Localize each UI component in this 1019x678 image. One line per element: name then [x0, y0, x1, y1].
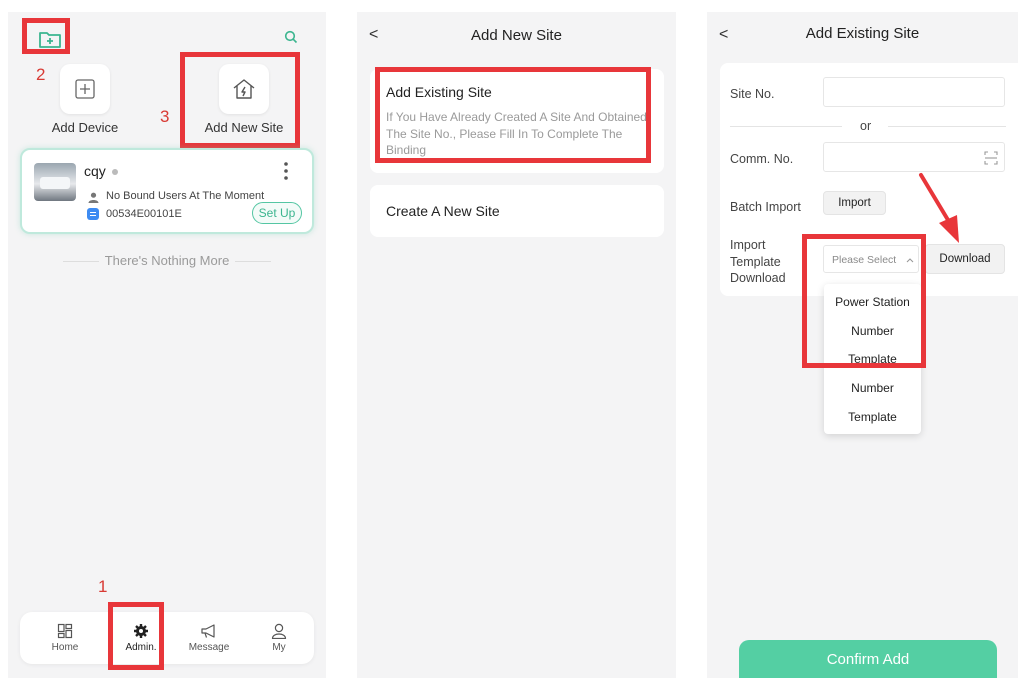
site-card[interactable]: cqy No Bound Users At The Moment 00534E0…	[20, 148, 314, 234]
create-new-site-option[interactable]: Create A New Site	[370, 185, 664, 237]
page-title: Add Existing Site	[805, 25, 920, 42]
more-icon[interactable]	[284, 162, 288, 185]
comm-no-label: Comm. No.	[730, 152, 794, 166]
tab-message-label: Message	[188, 642, 230, 653]
download-button[interactable]: Download	[925, 244, 1005, 274]
admin-screen: 2 Add Device 3 Add New Site cqy No Bound…	[8, 12, 326, 678]
annotation-arrow-icon	[919, 173, 959, 243]
import-button[interactable]: Import	[823, 191, 886, 215]
tab-my-label: My	[272, 642, 286, 653]
tab-home[interactable]: Home	[28, 612, 102, 664]
site-no-label: Site No.	[730, 87, 775, 101]
set-up-button[interactable]: Set Up	[252, 202, 302, 224]
add-existing-site-screen: < Add Existing Site Site No. or Comm. No…	[707, 12, 1018, 678]
tab-message[interactable]: Message	[172, 612, 246, 664]
page-title: Add New Site	[471, 27, 562, 44]
dropdown-option[interactable]: Number	[824, 381, 921, 395]
search-icon[interactable]	[284, 30, 298, 49]
tab-my[interactable]: My	[242, 612, 316, 664]
device-icon	[87, 208, 99, 220]
megaphone-icon	[201, 624, 215, 638]
serial-number: 00534E00101E	[106, 208, 182, 220]
add-device-label: Add Device	[51, 120, 119, 135]
or-text: or	[860, 119, 872, 133]
nothing-more-text: There's Nothing More	[104, 253, 230, 268]
status-dot	[112, 169, 118, 175]
bottom-tab-bar: Home Admin. Message My	[20, 612, 314, 664]
add-device-button[interactable]	[60, 64, 110, 114]
tab-home-label: Home	[51, 642, 79, 653]
annotation-box	[375, 67, 651, 163]
annotation-box-2	[22, 18, 70, 54]
annotation-box	[802, 234, 926, 368]
user-icon	[88, 190, 99, 208]
annotation-number-3: 3	[160, 107, 170, 126]
annotation-number-2: 2	[36, 65, 46, 84]
user-icon	[271, 623, 287, 639]
bound-users-text: No Bound Users At The Moment	[106, 190, 265, 202]
batch-import-label: Batch Import	[730, 200, 801, 214]
site-thumbnail	[34, 163, 76, 201]
divider	[730, 126, 842, 127]
add-new-site-screen: < Add New Site Add Existing Site If You …	[357, 12, 676, 678]
annotation-number-1: 1	[98, 577, 108, 596]
scan-icon[interactable]	[984, 151, 998, 165]
confirm-add-button[interactable]: Confirm Add	[739, 640, 997, 678]
end-of-list: There's Nothing More	[8, 253, 326, 268]
home-grid-icon	[57, 623, 73, 639]
option-title: Create A New Site	[386, 203, 500, 219]
template-download-label: Import Template Download	[730, 238, 786, 285]
site-name: cqy	[84, 163, 106, 179]
divider	[888, 126, 1006, 127]
plus-square-icon	[75, 79, 95, 99]
dropdown-option[interactable]: Template	[824, 410, 921, 424]
annotation-box-1	[108, 602, 164, 670]
site-no-input[interactable]	[823, 77, 1005, 107]
annotation-box-3	[180, 52, 300, 148]
